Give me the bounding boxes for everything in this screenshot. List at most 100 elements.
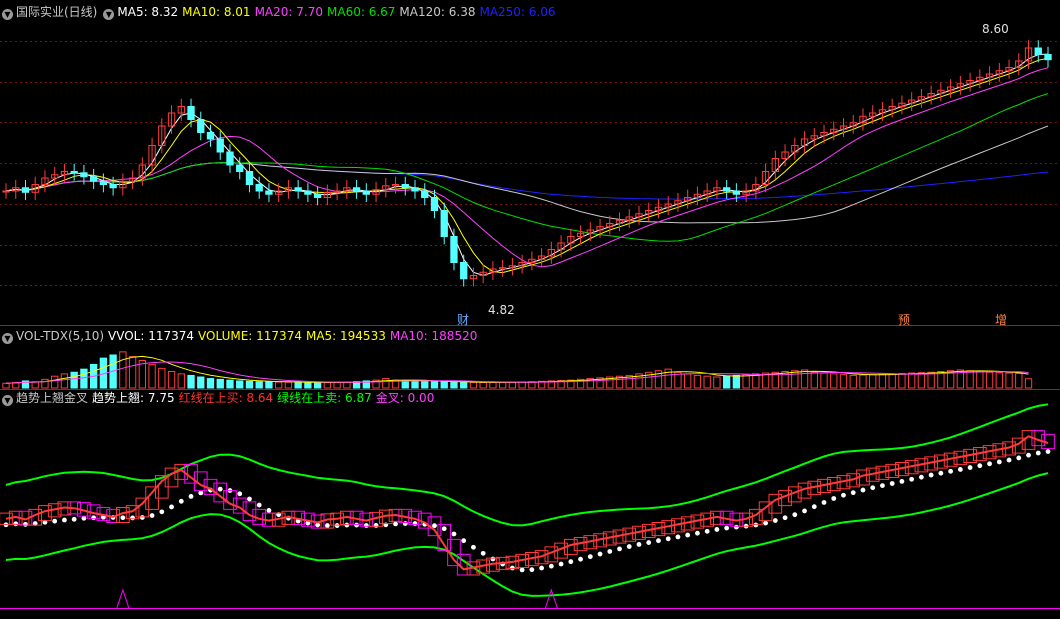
candle-body — [2, 190, 10, 193]
trend-dot — [324, 523, 330, 528]
volume-bar — [820, 372, 828, 389]
trend-dot — [656, 538, 661, 544]
trend-dot — [578, 556, 583, 562]
volume-bar — [411, 380, 419, 389]
candle-body — [411, 187, 419, 192]
chevron-down-icon[interactable]: ▼ — [2, 333, 13, 344]
volume-bar — [761, 372, 770, 389]
trend-dot — [256, 502, 262, 508]
candle-body — [722, 187, 731, 192]
trend-dot — [139, 515, 145, 520]
volume-bar — [713, 376, 721, 389]
volume-bar — [197, 376, 205, 389]
chevron-down-icon[interactable]: ▼ — [2, 9, 13, 20]
volume-bar — [177, 373, 185, 389]
volume-bar — [1005, 372, 1013, 389]
volume-bar — [479, 382, 487, 389]
volume-bar — [70, 371, 78, 389]
trend-dot — [62, 517, 67, 523]
volume-bar — [187, 374, 195, 389]
volume-bar — [810, 371, 818, 389]
volume-bar — [333, 381, 341, 389]
volume-bar — [469, 381, 478, 389]
trend-dot — [1006, 457, 1012, 463]
trend-dot — [1016, 455, 1022, 461]
volume-bar — [275, 381, 283, 389]
trend-dot — [841, 492, 846, 498]
trend-dot — [782, 515, 788, 521]
ma20-line — [5, 67, 1049, 268]
volume-bar — [41, 378, 49, 389]
volume-bar — [323, 382, 332, 389]
trend-dot — [159, 509, 165, 515]
chevron-down-icon[interactable]: ▼ — [103, 9, 115, 20]
volume-bar — [450, 381, 458, 389]
green-line-label: 绿线在上卖: 6.87 — [277, 391, 372, 405]
volume-bar — [216, 378, 224, 389]
trend-dot — [354, 522, 359, 528]
trend-dot — [695, 530, 700, 536]
volume-label: VOLUME: 117374 — [198, 329, 302, 343]
indicator-panel[interactable]: ▼ 趋势上翘金叉 趋势上翘: 7.75 红线在上买: 8.64 绿线在上卖: 6.87 金… — [0, 390, 1060, 619]
volume-bar — [1015, 372, 1023, 389]
trend-dot — [539, 565, 545, 571]
volume-bar — [498, 381, 507, 389]
ma5-label: MA5: 8.32 — [117, 5, 179, 19]
price-chart[interactable] — [0, 0, 1060, 326]
trend-dot — [412, 521, 418, 526]
volume-bar — [304, 382, 312, 389]
volume-bar — [995, 372, 1003, 389]
trend-dot — [91, 515, 97, 521]
trend-dot — [402, 521, 408, 526]
volume-bar — [976, 371, 984, 389]
trend-dot — [860, 487, 866, 493]
ma10-line — [5, 57, 1049, 274]
trend-dot — [432, 523, 437, 529]
chevron-down-icon[interactable]: ▼ — [2, 395, 13, 406]
candle-body — [109, 184, 117, 189]
volume-bar — [245, 380, 254, 389]
volume-bar — [167, 371, 176, 389]
trend-dot — [373, 523, 379, 528]
ma10-label: MA10: 8.01 — [182, 5, 251, 19]
candle-body — [421, 190, 429, 198]
candle-body — [255, 184, 263, 192]
volume-bar — [849, 374, 857, 389]
trend-dot — [120, 515, 126, 521]
trend-dot — [451, 531, 457, 537]
trend-dot — [899, 478, 905, 484]
trend-dot — [393, 521, 398, 527]
trend-dot — [52, 518, 58, 524]
trend-dot — [636, 542, 642, 547]
trend-dot — [617, 546, 622, 552]
trend-dot — [169, 504, 174, 510]
volume-bar — [440, 381, 448, 389]
trend-dot — [753, 522, 759, 528]
green-band-line — [5, 472, 1049, 597]
trend-dot — [247, 496, 252, 502]
candle-body — [187, 106, 195, 120]
trend-dot — [1035, 450, 1041, 456]
candle-body — [304, 190, 312, 195]
ma60-label: MA60: 6.67 — [327, 5, 396, 19]
candle-body — [99, 180, 108, 185]
trend-dot — [928, 472, 934, 478]
golden-cross-label: 金叉: 0.00 — [375, 391, 435, 405]
volume-bar — [343, 381, 351, 389]
candle-body — [401, 184, 409, 189]
trend-dot — [363, 523, 369, 528]
volume-bar — [888, 373, 896, 389]
trend-dot — [704, 528, 710, 534]
volume-bar — [430, 381, 439, 389]
volume-panel[interactable]: ▼ VOL-TDX(5,10) VVOL: 117374 VOLUME: 117374… — [0, 326, 1060, 390]
ma5-line — [5, 53, 1049, 277]
trend-dot — [811, 504, 817, 510]
volume-bar — [830, 373, 838, 389]
volume-bar — [313, 382, 322, 389]
trend-dot — [987, 461, 992, 467]
candle-body — [362, 190, 370, 195]
main-chart-panel[interactable]: ▼ 国际实业(日线) ▼ MA5: 8.32 MA10: 8.01 MA20: 7.70 M… — [0, 0, 1060, 327]
trend-dot — [938, 470, 944, 476]
indicator-chart[interactable] — [0, 390, 1060, 619]
trend-dot — [597, 551, 603, 557]
